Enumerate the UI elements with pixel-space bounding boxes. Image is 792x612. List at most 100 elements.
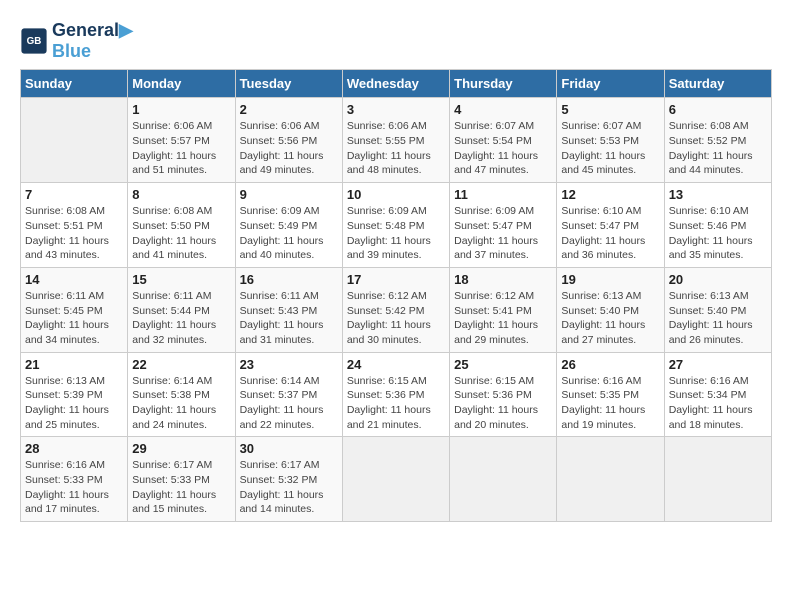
day-info: Sunrise: 6:06 AMSunset: 5:57 PMDaylight:… [132, 120, 216, 176]
day-info: Sunrise: 6:16 AMSunset: 5:35 PMDaylight:… [561, 375, 645, 431]
day-number: 12 [561, 187, 659, 202]
calendar-cell: 30 Sunrise: 6:17 AMSunset: 5:32 PMDaylig… [235, 437, 342, 522]
calendar-cell: 6 Sunrise: 6:08 AMSunset: 5:52 PMDayligh… [664, 98, 771, 183]
svg-text:GB: GB [27, 35, 42, 46]
calendar-cell: 4 Sunrise: 6:07 AMSunset: 5:54 PMDayligh… [450, 98, 557, 183]
day-number: 9 [240, 187, 338, 202]
calendar-cell: 12 Sunrise: 6:10 AMSunset: 5:47 PMDaylig… [557, 183, 664, 268]
day-number: 27 [669, 357, 767, 372]
day-number: 16 [240, 272, 338, 287]
calendar-week-row: 1 Sunrise: 6:06 AMSunset: 5:57 PMDayligh… [21, 98, 772, 183]
day-info: Sunrise: 6:15 AMSunset: 5:36 PMDaylight:… [454, 375, 538, 431]
calendar-cell: 21 Sunrise: 6:13 AMSunset: 5:39 PMDaylig… [21, 352, 128, 437]
calendar-cell: 1 Sunrise: 6:06 AMSunset: 5:57 PMDayligh… [128, 98, 235, 183]
calendar-cell [21, 98, 128, 183]
calendar-cell: 17 Sunrise: 6:12 AMSunset: 5:42 PMDaylig… [342, 267, 449, 352]
day-info: Sunrise: 6:11 AMSunset: 5:45 PMDaylight:… [25, 290, 109, 346]
calendar-cell: 16 Sunrise: 6:11 AMSunset: 5:43 PMDaylig… [235, 267, 342, 352]
day-number: 22 [132, 357, 230, 372]
calendar-cell: 15 Sunrise: 6:11 AMSunset: 5:44 PMDaylig… [128, 267, 235, 352]
logo: GB General▶ Blue [20, 20, 133, 61]
day-number: 15 [132, 272, 230, 287]
day-info: Sunrise: 6:16 AMSunset: 5:33 PMDaylight:… [25, 459, 109, 515]
logo-icon: GB [20, 27, 48, 55]
day-info: Sunrise: 6:06 AMSunset: 5:56 PMDaylight:… [240, 120, 324, 176]
day-info: Sunrise: 6:17 AMSunset: 5:32 PMDaylight:… [240, 459, 324, 515]
calendar-cell: 7 Sunrise: 6:08 AMSunset: 5:51 PMDayligh… [21, 183, 128, 268]
day-info: Sunrise: 6:13 AMSunset: 5:39 PMDaylight:… [25, 375, 109, 431]
calendar-cell: 20 Sunrise: 6:13 AMSunset: 5:40 PMDaylig… [664, 267, 771, 352]
day-number: 8 [132, 187, 230, 202]
day-info: Sunrise: 6:11 AMSunset: 5:44 PMDaylight:… [132, 290, 216, 346]
day-number: 28 [25, 441, 123, 456]
calendar-header-row: SundayMondayTuesdayWednesdayThursdayFrid… [21, 70, 772, 98]
calendar-cell: 29 Sunrise: 6:17 AMSunset: 5:33 PMDaylig… [128, 437, 235, 522]
calendar-cell: 2 Sunrise: 6:06 AMSunset: 5:56 PMDayligh… [235, 98, 342, 183]
calendar-cell [557, 437, 664, 522]
calendar-cell: 19 Sunrise: 6:13 AMSunset: 5:40 PMDaylig… [557, 267, 664, 352]
day-info: Sunrise: 6:10 AMSunset: 5:47 PMDaylight:… [561, 205, 645, 261]
day-number: 5 [561, 102, 659, 117]
calendar-week-row: 21 Sunrise: 6:13 AMSunset: 5:39 PMDaylig… [21, 352, 772, 437]
day-number: 10 [347, 187, 445, 202]
calendar-cell: 24 Sunrise: 6:15 AMSunset: 5:36 PMDaylig… [342, 352, 449, 437]
day-info: Sunrise: 6:14 AMSunset: 5:38 PMDaylight:… [132, 375, 216, 431]
calendar-cell [450, 437, 557, 522]
calendar-cell [342, 437, 449, 522]
day-info: Sunrise: 6:06 AMSunset: 5:55 PMDaylight:… [347, 120, 431, 176]
calendar-cell: 5 Sunrise: 6:07 AMSunset: 5:53 PMDayligh… [557, 98, 664, 183]
day-info: Sunrise: 6:13 AMSunset: 5:40 PMDaylight:… [669, 290, 753, 346]
calendar-cell: 11 Sunrise: 6:09 AMSunset: 5:47 PMDaylig… [450, 183, 557, 268]
day-info: Sunrise: 6:08 AMSunset: 5:52 PMDaylight:… [669, 120, 753, 176]
calendar-table: SundayMondayTuesdayWednesdayThursdayFrid… [20, 69, 772, 522]
page-header: GB General▶ Blue [20, 20, 772, 61]
calendar-cell: 22 Sunrise: 6:14 AMSunset: 5:38 PMDaylig… [128, 352, 235, 437]
day-number: 25 [454, 357, 552, 372]
day-number: 21 [25, 357, 123, 372]
day-info: Sunrise: 6:11 AMSunset: 5:43 PMDaylight:… [240, 290, 324, 346]
day-number: 14 [25, 272, 123, 287]
day-number: 26 [561, 357, 659, 372]
day-number: 18 [454, 272, 552, 287]
calendar-week-row: 28 Sunrise: 6:16 AMSunset: 5:33 PMDaylig… [21, 437, 772, 522]
calendar-cell: 3 Sunrise: 6:06 AMSunset: 5:55 PMDayligh… [342, 98, 449, 183]
calendar-cell: 10 Sunrise: 6:09 AMSunset: 5:48 PMDaylig… [342, 183, 449, 268]
day-number: 23 [240, 357, 338, 372]
day-number: 30 [240, 441, 338, 456]
calendar-cell: 26 Sunrise: 6:16 AMSunset: 5:35 PMDaylig… [557, 352, 664, 437]
day-number: 2 [240, 102, 338, 117]
day-info: Sunrise: 6:14 AMSunset: 5:37 PMDaylight:… [240, 375, 324, 431]
day-info: Sunrise: 6:10 AMSunset: 5:46 PMDaylight:… [669, 205, 753, 261]
day-info: Sunrise: 6:12 AMSunset: 5:42 PMDaylight:… [347, 290, 431, 346]
day-number: 19 [561, 272, 659, 287]
header-monday: Monday [128, 70, 235, 98]
calendar-cell: 9 Sunrise: 6:09 AMSunset: 5:49 PMDayligh… [235, 183, 342, 268]
day-info: Sunrise: 6:09 AMSunset: 5:48 PMDaylight:… [347, 205, 431, 261]
day-number: 17 [347, 272, 445, 287]
header-friday: Friday [557, 70, 664, 98]
header-saturday: Saturday [664, 70, 771, 98]
calendar-cell [664, 437, 771, 522]
day-info: Sunrise: 6:09 AMSunset: 5:49 PMDaylight:… [240, 205, 324, 261]
day-number: 11 [454, 187, 552, 202]
header-tuesday: Tuesday [235, 70, 342, 98]
calendar-cell: 25 Sunrise: 6:15 AMSunset: 5:36 PMDaylig… [450, 352, 557, 437]
day-number: 13 [669, 187, 767, 202]
day-info: Sunrise: 6:08 AMSunset: 5:51 PMDaylight:… [25, 205, 109, 261]
calendar-week-row: 7 Sunrise: 6:08 AMSunset: 5:51 PMDayligh… [21, 183, 772, 268]
day-info: Sunrise: 6:16 AMSunset: 5:34 PMDaylight:… [669, 375, 753, 431]
day-number: 6 [669, 102, 767, 117]
calendar-cell: 13 Sunrise: 6:10 AMSunset: 5:46 PMDaylig… [664, 183, 771, 268]
calendar-week-row: 14 Sunrise: 6:11 AMSunset: 5:45 PMDaylig… [21, 267, 772, 352]
calendar-cell: 27 Sunrise: 6:16 AMSunset: 5:34 PMDaylig… [664, 352, 771, 437]
day-number: 3 [347, 102, 445, 117]
calendar-cell: 23 Sunrise: 6:14 AMSunset: 5:37 PMDaylig… [235, 352, 342, 437]
calendar-cell: 8 Sunrise: 6:08 AMSunset: 5:50 PMDayligh… [128, 183, 235, 268]
day-info: Sunrise: 6:07 AMSunset: 5:53 PMDaylight:… [561, 120, 645, 176]
day-info: Sunrise: 6:08 AMSunset: 5:50 PMDaylight:… [132, 205, 216, 261]
header-sunday: Sunday [21, 70, 128, 98]
header-wednesday: Wednesday [342, 70, 449, 98]
day-info: Sunrise: 6:07 AMSunset: 5:54 PMDaylight:… [454, 120, 538, 176]
day-number: 24 [347, 357, 445, 372]
day-info: Sunrise: 6:09 AMSunset: 5:47 PMDaylight:… [454, 205, 538, 261]
